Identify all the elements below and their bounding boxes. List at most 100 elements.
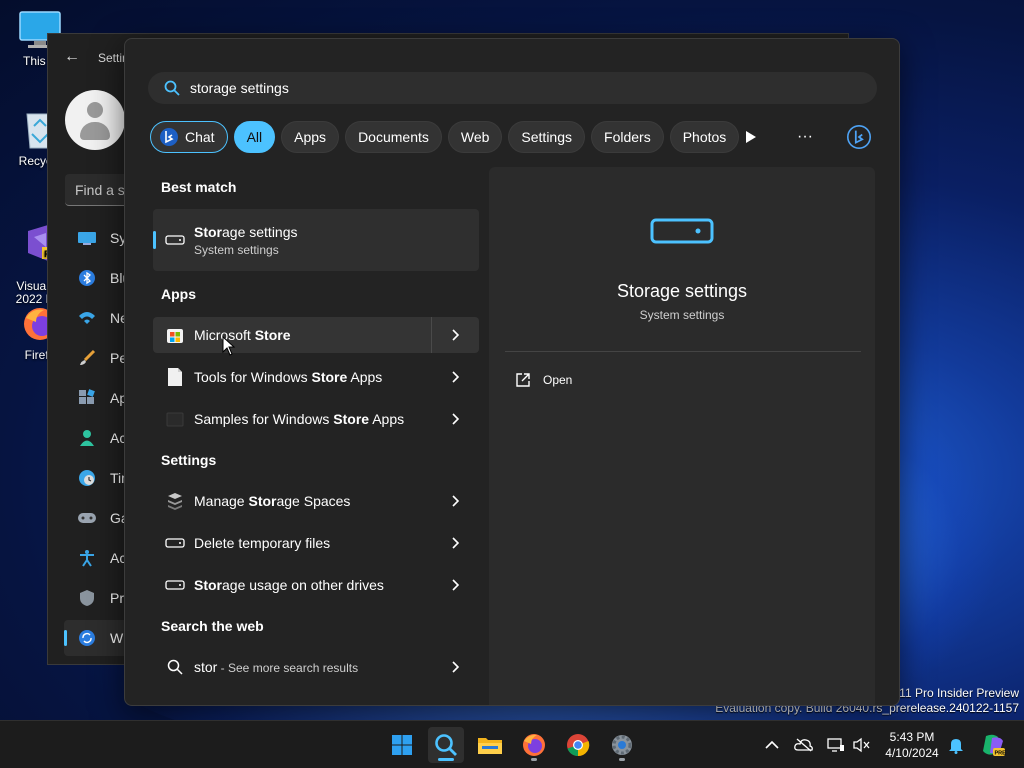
app-result-post: Apps (369, 411, 405, 427)
setting-result-manage-storage-spaces[interactable]: Manage Storage Spaces (153, 483, 479, 519)
app-result-pre: Tools for Windows (194, 369, 312, 385)
running-indicator (619, 758, 625, 761)
evaluation-watermark-line1: s 11 Pro Insider Preview (889, 686, 1019, 700)
cloud-offline-icon[interactable] (794, 735, 814, 755)
search-filters: Chat All Apps Documents Web Settings Fol… (150, 121, 740, 153)
avatar[interactable] (65, 90, 125, 150)
clock-date: 4/10/2024 (885, 746, 939, 760)
result-preview-pane: Storage settings System settings Open (489, 167, 875, 705)
chevron-right-icon[interactable] (449, 660, 463, 674)
search-box[interactable] (148, 72, 877, 104)
taskbar-search-button[interactable] (428, 727, 464, 763)
chevron-right-icon[interactable] (449, 412, 463, 426)
accessibility-icon (76, 547, 98, 569)
filter-apps[interactable]: Apps (281, 121, 340, 153)
show-hidden-icons-chevron-up-icon[interactable] (762, 735, 782, 755)
more-options-icon[interactable]: ··· (793, 121, 817, 153)
search-input[interactable] (190, 80, 790, 96)
chrome-icon (567, 734, 590, 757)
bluetooth-icon (76, 267, 98, 289)
shield-icon (76, 587, 98, 609)
app-result-tools-for-windows-store-apps[interactable]: Tools for Windows Store Apps (153, 359, 479, 395)
open-external-icon (515, 372, 531, 388)
filter-folders-label: Folders (604, 129, 651, 145)
mouse-cursor-icon (222, 336, 236, 356)
app-result-post: Apps (347, 369, 383, 385)
best-match-title-bold: Stor (194, 223, 222, 240)
notification-bell-icon[interactable] (946, 735, 966, 755)
copilot-preview-icon[interactable]: PRE (980, 732, 1006, 758)
play-more-filters-icon[interactable] (739, 121, 763, 153)
chevron-right-icon[interactable] (449, 536, 463, 550)
filter-folders[interactable]: Folders (591, 121, 664, 153)
network-monitor-icon[interactable] (826, 735, 846, 755)
taskbar-clock[interactable]: 5:43 PM 4/10/2024 (880, 729, 944, 761)
filter-all-label: All (246, 129, 263, 145)
app-result-microsoft-store[interactable]: Microsoft Store (153, 317, 479, 353)
bing-chat-icon (160, 128, 178, 146)
best-match-storage-settings[interactable]: Storage settings System settings (153, 209, 479, 271)
section-search-the-web: Search the web (161, 618, 264, 634)
chevron-right-icon[interactable] (449, 370, 463, 384)
chevron-right-icon[interactable] (449, 494, 463, 508)
filter-chat[interactable]: Chat (150, 121, 228, 153)
user-icon-head (87, 102, 103, 118)
taskbar-chrome[interactable] (560, 727, 596, 763)
storage-drive-icon (165, 230, 185, 250)
filter-web-label: Web (460, 129, 490, 145)
best-match-title-rest: age settings (222, 223, 298, 240)
back-arrow-icon[interactable]: ← (64, 48, 80, 66)
filter-web[interactable]: Web (447, 121, 503, 153)
preview-subtitle: System settings (639, 308, 725, 322)
preview-divider (505, 351, 861, 352)
search-flyout[interactable]: Chat All Apps Documents Web Settings Fol… (124, 38, 900, 706)
setting-result-storage-usage-other-drives[interactable]: Storage usage on other drives (153, 567, 479, 603)
svg-text:PRE: PRE (995, 751, 1007, 757)
taskbar-start-button[interactable] (384, 727, 420, 763)
search-icon (164, 80, 180, 96)
personalization-icon (76, 347, 98, 369)
chevron-right-icon[interactable] (449, 328, 463, 342)
section-settings: Settings (161, 452, 217, 468)
filter-photos[interactable]: Photos (669, 121, 740, 153)
open-action[interactable]: Open (515, 372, 572, 388)
storage-drive-icon (165, 575, 185, 595)
settings-gear-icon (612, 735, 632, 755)
setting-result-pre: Manage (194, 493, 249, 509)
setting-result-post: age usage on other drives (222, 577, 384, 593)
filter-settings-label: Settings (521, 129, 573, 145)
taskbar-file-explorer[interactable] (472, 727, 508, 763)
firefox-icon (523, 734, 545, 756)
result-divider (431, 317, 432, 353)
running-indicator (438, 758, 454, 761)
bing-icon[interactable] (847, 121, 871, 153)
app-result-bold: Store (311, 369, 348, 385)
app-result-samples-for-windows-store-apps[interactable]: Samples for Windows Store Apps (153, 401, 479, 437)
file-explorer-icon (478, 738, 502, 754)
search-icon (165, 657, 185, 677)
windows-update-icon (76, 627, 98, 649)
accounts-icon (76, 427, 98, 449)
preview-title: Storage settings (616, 281, 748, 301)
open-label: Open (543, 373, 573, 387)
storage-drive-large-icon (650, 218, 714, 244)
section-best-match: Best match (161, 179, 237, 195)
taskbar-settings[interactable] (604, 727, 640, 763)
app-result-bold: Store (333, 411, 370, 427)
taskbar-firefox[interactable] (516, 727, 552, 763)
apps-icon (76, 387, 98, 409)
filter-photos-label: Photos (682, 129, 727, 145)
microsoft-store-icon (165, 325, 185, 345)
filter-settings[interactable]: Settings (508, 121, 586, 153)
filter-all[interactable]: All (233, 121, 276, 153)
web-result-stor[interactable]: stor - See more search results (153, 649, 479, 685)
filter-documents[interactable]: Documents (345, 121, 442, 153)
setting-result-delete-temporary-files[interactable]: Delete temporary files (153, 525, 479, 561)
search-icon (435, 734, 457, 756)
clock-time: 5:43 PM (889, 730, 935, 744)
web-result-suffix: - See more search results (217, 661, 359, 675)
volume-muted-icon[interactable] (852, 735, 872, 755)
filter-documents-label: Documents (358, 129, 429, 145)
best-match-subtitle: System settings (194, 242, 279, 257)
chevron-right-icon[interactable] (449, 578, 463, 592)
